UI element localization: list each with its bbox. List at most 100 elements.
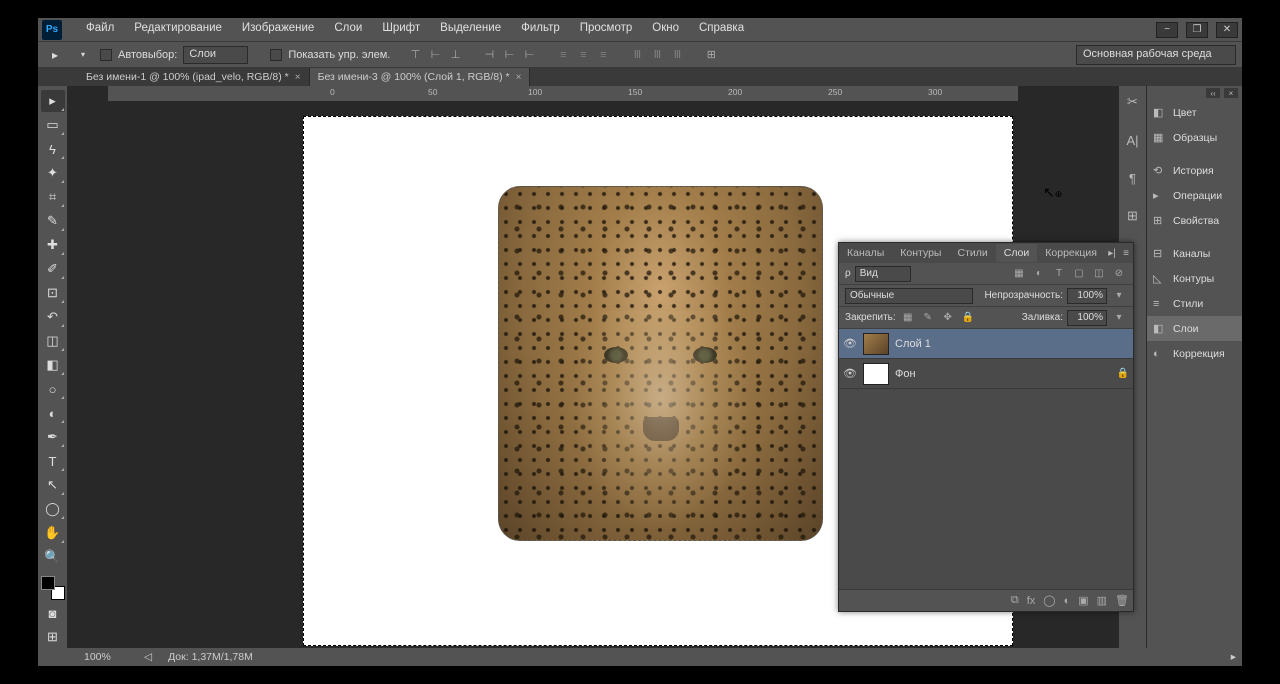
menu-edit[interactable]: Редактирование [124, 20, 232, 36]
screen-mode-toggle[interactable]: ⊞ [41, 626, 65, 648]
quick-mask-toggle[interactable]: ◙ [41, 602, 65, 624]
menu-view[interactable]: Просмотр [570, 20, 643, 36]
paragraph-icon[interactable]: ¶ [1123, 168, 1143, 188]
link-layers-icon[interactable]: ⧉ [1011, 594, 1019, 607]
panel-color[interactable]: ◧Цвет [1147, 100, 1242, 125]
lock-position-icon[interactable]: ✥ [940, 310, 956, 326]
hand-tool[interactable]: ✋ [41, 522, 65, 544]
align-hcenter-icon[interactable]: ⊢ [500, 46, 518, 64]
layers-panel-tab-channels[interactable]: Каналы [839, 244, 892, 262]
zoom-slider-icon[interactable]: ◁ [144, 651, 152, 663]
new-group-icon[interactable]: ▣ [1078, 594, 1088, 607]
window-maximize-button[interactable]: ❐ [1186, 22, 1208, 38]
align-vcenter-icon[interactable]: ⊢ [426, 46, 444, 64]
color-swatches[interactable] [41, 576, 65, 600]
tool-preset-dropdown[interactable]: ▾ [72, 44, 94, 66]
panel-close-icon[interactable]: × [1224, 88, 1238, 98]
filter-shape-icon[interactable]: ▢ [1071, 266, 1087, 282]
foreground-color-swatch[interactable] [41, 576, 55, 590]
filter-toggle-icon[interactable]: ⊘ [1111, 266, 1127, 282]
layer-name[interactable]: Слой 1 [895, 338, 931, 350]
delete-layer-icon[interactable]: 🗑 [1115, 594, 1129, 607]
brush-tool[interactable]: ✐ [41, 258, 65, 280]
pen-tool[interactable]: ✒ [41, 426, 65, 448]
window-close-button[interactable]: ✕ [1216, 22, 1238, 38]
filter-type-icon[interactable]: T [1051, 266, 1067, 282]
auto-select-mode[interactable]: Слои [183, 46, 248, 64]
layers-panel-collapse-icon[interactable]: ▸| [1105, 248, 1119, 259]
image-layer-leopard[interactable] [498, 186, 823, 541]
menu-filter[interactable]: Фильтр [511, 20, 570, 36]
blur-tool[interactable]: ○ [41, 378, 65, 400]
lock-all-icon[interactable]: 🔒 [960, 310, 976, 326]
layer-fx-icon[interactable]: fx [1027, 595, 1036, 607]
new-layer-icon[interactable]: ▥ [1097, 594, 1107, 607]
layers-panel-menu-icon[interactable]: ≡ [1119, 248, 1133, 259]
move-tool[interactable]: ▸ [41, 90, 65, 112]
character-icon[interactable]: A| [1123, 130, 1143, 150]
clone-stamp-tool[interactable]: ⊡ [41, 282, 65, 304]
doc-tab-2-close-icon[interactable]: × [516, 72, 522, 83]
type-tool[interactable]: T [41, 450, 65, 472]
auto-align-icon[interactable]: ⊞ [702, 46, 720, 64]
layer-thumbnail[interactable] [863, 333, 889, 355]
opacity-input[interactable]: 100% [1067, 288, 1107, 304]
histogram-icon[interactable]: ✂ [1123, 92, 1143, 112]
lasso-tool[interactable]: ϟ [41, 138, 65, 160]
dodge-tool[interactable]: ◐ [41, 402, 65, 424]
align-left-icon[interactable]: ⊣ [480, 46, 498, 64]
menu-type[interactable]: Шрифт [372, 20, 430, 36]
layers-panel-tab-paths[interactable]: Контуры [892, 244, 949, 262]
panel-channels[interactable]: ⊟Каналы [1147, 241, 1242, 266]
panel-actions[interactable]: ▸Операции [1147, 183, 1242, 208]
layer-visibility-icon[interactable]: 👁 [843, 367, 857, 380]
filter-smart-icon[interactable]: ◫ [1091, 266, 1107, 282]
menu-window[interactable]: Окно [642, 20, 689, 36]
panel-styles[interactable]: ≡Стили [1147, 291, 1242, 316]
layer-mask-icon[interactable]: ◯ [1043, 594, 1055, 607]
fill-dropdown-icon[interactable]: ▾ [1111, 310, 1127, 326]
menu-layer[interactable]: Слои [324, 20, 372, 36]
navigator-icon[interactable]: ⊞ [1123, 206, 1143, 226]
path-tool[interactable]: ↖ [41, 474, 65, 496]
heal-tool[interactable]: ✚ [41, 234, 65, 256]
eraser-tool[interactable]: ◫ [41, 330, 65, 352]
layers-panel-tab-adjustments[interactable]: Коррекция [1037, 244, 1105, 262]
layers-panel-tab-layers[interactable]: Слои [996, 244, 1038, 262]
menu-select[interactable]: Выделение [430, 20, 511, 36]
doc-tab-2[interactable]: Без имени-3 @ 100% (Слой 1, RGB/8) * × [310, 68, 531, 86]
zoom-level[interactable]: 100% [84, 651, 128, 663]
crop-tool[interactable]: ⌗ [41, 186, 65, 208]
layer-visibility-icon[interactable]: 👁 [843, 337, 857, 350]
layer-thumbnail[interactable] [863, 363, 889, 385]
align-top-icon[interactable]: ⊤ [406, 46, 424, 64]
align-bottom-icon[interactable]: ⊥ [446, 46, 464, 64]
layer-row-2[interactable]: 👁 Фон 🔒 [839, 359, 1133, 389]
layer-name[interactable]: Фон [895, 368, 916, 380]
lock-pixels-icon[interactable]: ✎ [920, 310, 936, 326]
eyedropper-tool[interactable]: ✎ [41, 210, 65, 232]
layer-row-1[interactable]: 👁 Слой 1 [839, 329, 1133, 359]
status-arrow-icon[interactable]: ▸ [1231, 651, 1236, 663]
new-fill-layer-icon[interactable]: ◐ [1064, 595, 1071, 607]
shape-tool[interactable]: ◯ [41, 498, 65, 520]
workspace-switcher[interactable]: Основная рабочая среда [1076, 45, 1236, 65]
layer-filter-kind[interactable]: Вид [855, 266, 911, 282]
filter-pixel-icon[interactable]: ▦ [1011, 266, 1027, 282]
window-minimize-button[interactable]: − [1156, 22, 1178, 38]
panel-collapse-icon[interactable]: ‹‹ [1206, 88, 1220, 98]
gradient-tool[interactable]: ◧ [41, 354, 65, 376]
panel-paths[interactable]: ◺Контуры [1147, 266, 1242, 291]
align-right-icon[interactable]: ⊢ [520, 46, 538, 64]
panel-adjustments[interactable]: ◐Коррекция [1147, 341, 1242, 366]
filter-adjustment-icon[interactable]: ◐ [1031, 266, 1047, 282]
menu-file[interactable]: Файл [76, 20, 124, 36]
lock-transparent-icon[interactable]: ▦ [900, 310, 916, 326]
zoom-tool[interactable]: 🔍 [41, 546, 65, 568]
doc-info[interactable]: Док: 1,37M/1,78M [168, 651, 253, 663]
menu-image[interactable]: Изображение [232, 20, 324, 36]
panel-swatches[interactable]: ▦Образцы [1147, 125, 1242, 150]
opacity-dropdown-icon[interactable]: ▾ [1111, 288, 1127, 304]
magic-wand-tool[interactable]: ✦ [41, 162, 65, 184]
show-transform-checkbox[interactable] [270, 49, 282, 61]
